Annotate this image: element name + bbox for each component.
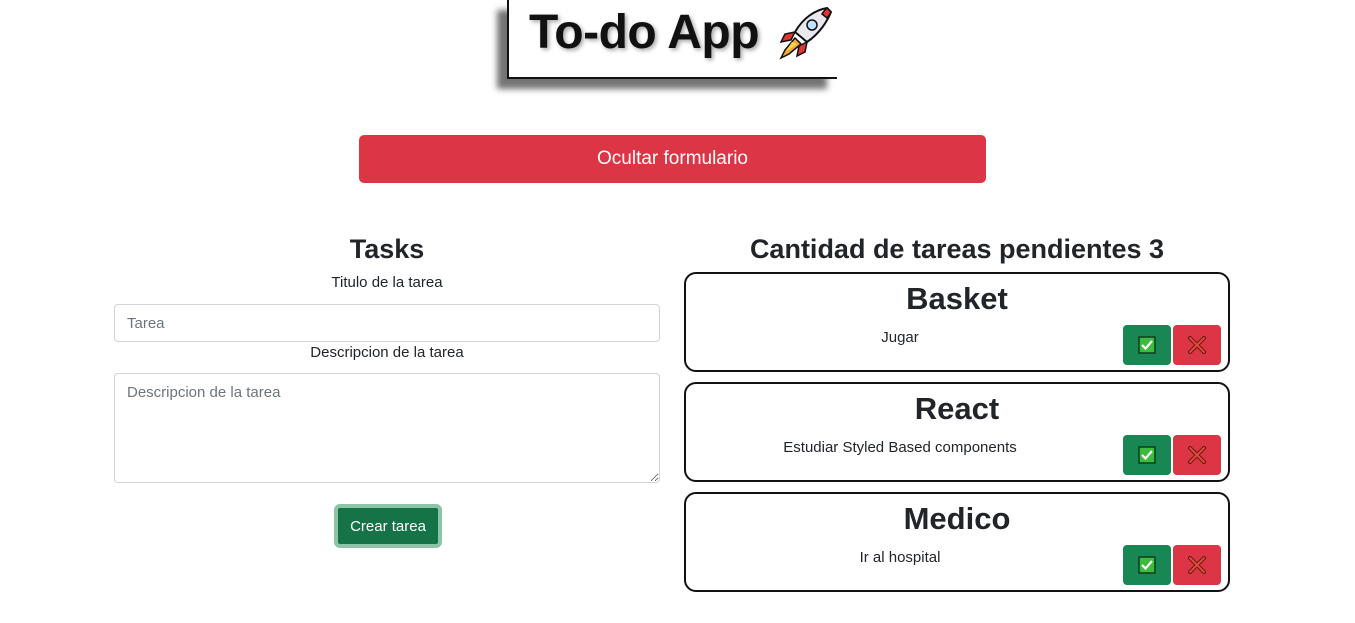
app-header: To-do App	[507, 0, 837, 79]
title-label: Titulo de la tarea	[331, 274, 443, 291]
check-box-icon	[1138, 336, 1156, 354]
delete-task-button[interactable]	[1173, 325, 1221, 365]
todo-app-page: To-do App Ocultar formulario Tasks Titul…	[0, 0, 1355, 623]
cross-icon	[1188, 556, 1206, 574]
task-title: Basket	[906, 281, 1008, 316]
task-description: Jugar	[881, 329, 919, 346]
task-card: React Estudiar Styled Based components	[684, 382, 1230, 482]
form-heading: Tasks	[349, 234, 425, 264]
task-card: Basket Jugar	[684, 272, 1230, 372]
app-title: To-do App	[529, 6, 760, 59]
task-form: Tasks Titulo de la tarea Descripcion de …	[114, 230, 660, 548]
task-list: Cantidad de tareas pendientes 3 Basket J…	[684, 230, 1230, 592]
task-title: Medico	[903, 501, 1011, 536]
task-description: Estudiar Styled Based components	[783, 439, 1017, 456]
rocket-icon	[779, 6, 833, 60]
check-box-icon	[1138, 556, 1156, 574]
hide-form-button[interactable]: Ocultar formulario	[359, 135, 986, 183]
check-box-icon	[1138, 446, 1156, 464]
description-label: Descripcion de la tarea	[310, 344, 464, 361]
cross-icon	[1188, 336, 1206, 354]
task-card: Medico Ir al hospital	[684, 492, 1230, 592]
task-description-textarea[interactable]	[114, 373, 660, 483]
cross-icon	[1188, 446, 1206, 464]
complete-task-button[interactable]	[1123, 325, 1171, 365]
task-title-input[interactable]	[114, 304, 660, 342]
task-description: Ir al hospital	[859, 549, 941, 566]
delete-task-button[interactable]	[1173, 545, 1221, 585]
create-task-button[interactable]: Crear tarea	[334, 504, 442, 548]
complete-task-button[interactable]	[1123, 545, 1171, 585]
pending-count-heading: Cantidad de tareas pendientes 3	[749, 234, 1165, 264]
delete-task-button[interactable]	[1173, 435, 1221, 475]
task-title: React	[914, 391, 1000, 426]
complete-task-button[interactable]	[1123, 435, 1171, 475]
